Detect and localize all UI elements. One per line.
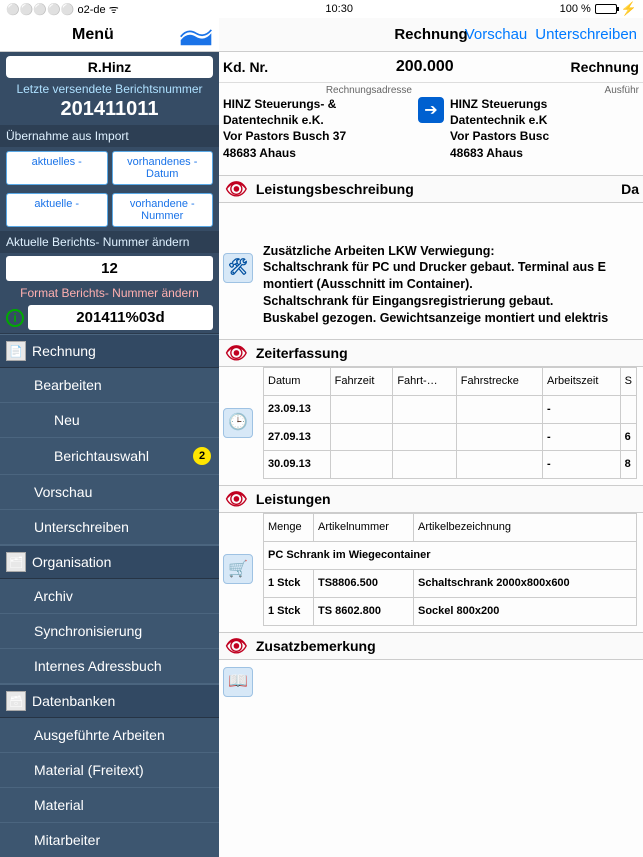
services-table[interactable]: Menge Artikelnummer Artikelbezeichnung P… xyxy=(263,513,637,625)
org-icon: 🗂 xyxy=(6,552,26,572)
main-panel: Rechnung Vorschau Unterschreiben Kd. Nr.… xyxy=(219,18,643,857)
kd-number[interactable]: 200.000 xyxy=(287,58,563,76)
table-row: 1 StckTS8806.500Schaltschrank 2000x800x6… xyxy=(264,569,637,597)
nav-item-neu[interactable]: Neu xyxy=(0,403,219,438)
main-header: Rechnung Vorschau Unterschreiben xyxy=(219,18,643,52)
nav-item-archiv[interactable]: Archiv xyxy=(0,579,219,614)
nav-item-adressbuch[interactable]: Internes Adressbuch xyxy=(0,649,219,684)
nav-group-rechnung[interactable]: 📄 Rechnung xyxy=(0,334,219,368)
description-head-right: Da xyxy=(621,181,639,197)
import-existing-number-button[interactable]: vorhandene - Nummer xyxy=(112,193,214,227)
carrier: ⚪⚪⚪⚪⚪ o2-de ᯤ xyxy=(6,2,119,17)
invoice-icon: 📄 xyxy=(6,341,26,361)
eye-icon[interactable]: 👁 xyxy=(225,344,248,362)
sidebar: Menü R.Hinz Letzte versendete Berichtsnu… xyxy=(0,18,219,857)
table-row: 27.09.13-6 xyxy=(264,423,637,451)
last-sent-caption: Letzte versendete Berichtsnummer xyxy=(0,80,219,98)
services-head: Leistungen xyxy=(256,491,331,507)
services-block: 👁 Leistungen 🛒 Menge Artikelnummer Artik… xyxy=(219,485,643,625)
sidebar-header: Menü xyxy=(0,18,219,52)
table-row: 1 StckTS 8602.800Sockel 800x200 xyxy=(264,597,637,625)
logo-icon xyxy=(179,23,213,47)
nav-group-organisation[interactable]: 🗂 Organisation xyxy=(0,545,219,579)
table-row: 30.09.13-8 xyxy=(264,451,637,479)
import-caption: Übernahme aus Import xyxy=(0,125,219,147)
preview-button[interactable]: Vorschau xyxy=(465,26,528,43)
eye-icon[interactable]: 👁 xyxy=(225,490,248,508)
current-report-number[interactable]: 12 xyxy=(6,256,213,281)
eye-icon[interactable]: 👁 xyxy=(225,180,248,198)
import-existing-date-button[interactable]: vorhandenes - Datum xyxy=(112,151,214,185)
table-row: 23.09.13- xyxy=(264,395,637,423)
import-current-number-button[interactable]: aktuelle - xyxy=(6,193,108,227)
clock: 10:30 xyxy=(325,3,353,15)
time-head: Zeiterfassung xyxy=(256,345,348,361)
time-block: 👁 Zeiterfassung 🕒 DatumFahrzeit Fahrt-…F… xyxy=(219,339,643,479)
info-icon[interactable]: i xyxy=(6,309,24,327)
description-body[interactable]: 🛠 Zusätzliche Arbeiten LKW Verwiegung: S… xyxy=(219,203,643,333)
change-number-caption: Aktuelle Berichts- Nummer ändern xyxy=(0,231,219,253)
battery-status: 100 % ⚡ xyxy=(560,1,637,17)
nav-item-mitarbeiter[interactable]: Mitarbeiter xyxy=(0,823,219,857)
nav-item-bearbeiten[interactable]: Bearbeiten xyxy=(0,368,219,403)
address-row: Rechnungsadresse HINZ Steuerungs- & Date… xyxy=(219,83,643,169)
menu-title: Menü xyxy=(72,26,114,44)
nav-item-ausgefuehrte[interactable]: Ausgeführte Arbeiten xyxy=(0,718,219,753)
nav-item-vorschau[interactable]: Vorschau xyxy=(0,475,219,510)
description-head: Leistungsbeschreibung xyxy=(256,181,414,197)
nav-item-material-freitext[interactable]: Material (Freitext) xyxy=(0,753,219,788)
eye-icon[interactable]: 👁 xyxy=(225,637,248,655)
clock-icon[interactable]: 🕒 xyxy=(223,408,253,438)
cart-icon[interactable]: 🛒 xyxy=(223,554,253,584)
description-block: 👁 Leistungsbeschreibung Da 🛠 Zusätzliche… xyxy=(219,175,643,333)
report-number-format[interactable]: 201411%03d xyxy=(28,305,213,330)
user-name[interactable]: R.Hinz xyxy=(6,56,213,78)
time-table[interactable]: DatumFahrzeit Fahrt-…Fahrstrecke Arbeits… xyxy=(263,367,637,479)
import-current-date-button[interactable]: aktuelles - xyxy=(6,151,108,185)
badge-count: 2 xyxy=(193,447,211,465)
worker-icon[interactable]: 🛠 xyxy=(223,253,253,283)
nav-item-unterschreiben[interactable]: Unterschreiben xyxy=(0,510,219,545)
book-icon[interactable]: 📖 xyxy=(223,667,253,697)
copy-address-icon[interactable]: ➔ xyxy=(418,97,444,123)
kd-label: Kd. Nr. xyxy=(223,59,279,75)
page-title: Rechnung xyxy=(394,26,467,43)
nav-group-datenbanken[interactable]: 🗃 Datenbanken xyxy=(0,684,219,718)
nav-item-sync[interactable]: Synchronisierung xyxy=(0,614,219,649)
exec-caption: Ausführ xyxy=(450,85,639,96)
extra-block: 👁 Zusatzbemerkung 📖 xyxy=(219,632,643,704)
customer-row: Kd. Nr. 200.000 Rechnung xyxy=(219,52,643,83)
last-sent-number: 201411011 xyxy=(0,98,219,125)
billing-address[interactable]: HINZ Steuerungs- & Datentechnik e.K. Vor… xyxy=(223,96,412,161)
table-row: PC Schrank im Wiegecontainer xyxy=(264,542,637,570)
extra-head: Zusatzbemerkung xyxy=(256,638,376,654)
status-bar: ⚪⚪⚪⚪⚪ o2-de ᯤ 10:30 100 % ⚡ xyxy=(0,0,643,18)
nav-item-material[interactable]: Material xyxy=(0,788,219,823)
rechnung-label: Rechnung xyxy=(571,59,639,75)
nav-tree: 📄 Rechnung Bearbeiten Neu Berichtauswahl… xyxy=(0,333,219,857)
exec-address[interactable]: HINZ Steuerungs Datentechnik e.K Vor Pas… xyxy=(450,96,639,161)
nav-item-berichtauswahl[interactable]: Berichtauswahl 2 xyxy=(0,438,219,475)
billing-caption: Rechnungsadresse xyxy=(223,85,412,96)
sign-button[interactable]: Unterschreiben xyxy=(535,26,637,43)
battery-icon xyxy=(595,4,617,14)
format-caption: Format Berichts- Nummer ändern xyxy=(0,284,219,302)
db-icon: 🗃 xyxy=(6,691,26,711)
